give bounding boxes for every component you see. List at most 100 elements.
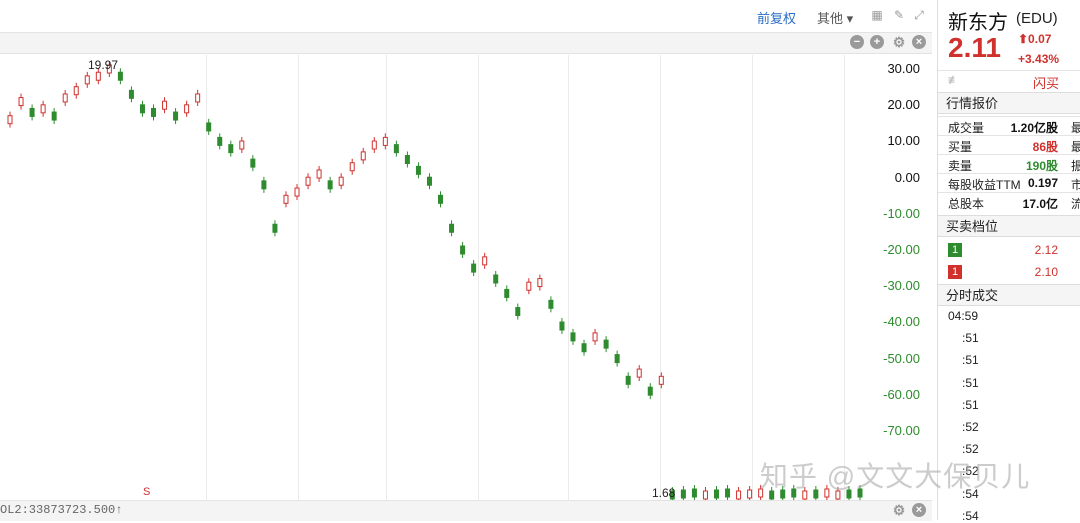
candle-body [51, 111, 57, 121]
candle-body [504, 288, 510, 298]
time-sale-item: :51 [962, 397, 979, 412]
candle-body [7, 115, 13, 125]
quote-tail: 市 [1071, 178, 1080, 192]
candle-body [625, 375, 631, 385]
quote-value: 1.20亿股 [1010, 121, 1058, 135]
y-tick-label: 0.00 [894, 169, 920, 185]
close-icon[interactable]: × [912, 35, 926, 49]
chart-toolbar: 前复权 其他 ▾ ▦ ✎ ⤢ [0, 0, 932, 33]
candle-body [581, 343, 587, 353]
candle-body [349, 162, 355, 172]
quote-label: 卖量 [948, 159, 973, 173]
quote-row: 总股本 17.0亿流 [938, 192, 1080, 212]
quote-row: 成交量 1.20亿股最 [938, 116, 1080, 136]
pen-icon[interactable]: ✎ [892, 8, 906, 22]
candle-body [449, 223, 455, 233]
candle-body [195, 93, 201, 103]
grid-icon[interactable]: ▦ [870, 8, 884, 22]
y-tick-label: 30.00 [887, 61, 920, 76]
candle-body [316, 169, 322, 179]
settings-icon[interactable]: ⚙ [892, 35, 906, 49]
candle-body [206, 122, 212, 132]
y-tick-label: -40.00 [883, 314, 920, 330]
candle-body [371, 140, 377, 150]
volume-close-icon[interactable]: × [912, 503, 926, 517]
candle-body [658, 375, 664, 385]
level-price: 2.10 [1034, 265, 1058, 279]
y-tick-label: -20.00 [883, 242, 920, 257]
quote-tail: 流 [1071, 197, 1080, 211]
volume-settings-icon[interactable]: ⚙ [892, 503, 906, 517]
candle-body [460, 245, 466, 255]
candle-body [29, 107, 35, 117]
candle-body [592, 332, 598, 342]
quote-label: 成交量 [948, 121, 985, 135]
level-badge: 1 [948, 265, 962, 279]
y-tick-label: -60.00 [883, 386, 920, 402]
time-sale-item: :52 [962, 420, 979, 434]
candle-body [62, 93, 68, 103]
candle-body [239, 140, 245, 150]
candle-body [184, 104, 190, 114]
quote-tail: 最 [1071, 121, 1080, 135]
volume-bar [0, 500, 932, 521]
fullscreen-icon[interactable]: ⤢ [912, 8, 926, 22]
candle-body [725, 488, 731, 498]
candle-body [702, 490, 708, 500]
volume-readout: OL2:33873723.500↑ [0, 503, 123, 517]
candle-body [117, 71, 123, 81]
candle-body [261, 180, 267, 190]
candle-body [404, 155, 410, 164]
quote-value: 86股 [1032, 140, 1058, 154]
candle-body [139, 104, 145, 114]
adjust-mode-button[interactable]: 前复权 [757, 8, 796, 27]
quote-tail: 振 [1071, 159, 1080, 173]
candle-body [272, 223, 278, 233]
candle-body [338, 176, 344, 186]
candle-body [747, 489, 753, 499]
quote-row: 每股收益TTM 0.197 市 [938, 173, 1080, 193]
candle-body [327, 180, 333, 190]
candle-body [636, 368, 642, 378]
price-change: ⬆0.07 [1018, 32, 1052, 46]
price-change-pct: +3.43% [1018, 52, 1060, 66]
candle-body [228, 144, 234, 154]
candle-body [680, 489, 686, 499]
flash-buy-button[interactable]: 闪买 [1033, 73, 1059, 92]
quote-label: 总股本 [948, 197, 985, 211]
candle-body [603, 339, 609, 349]
quote-label: 买量 [948, 140, 973, 154]
stock-name: 新东方 [948, 12, 1008, 34]
candle-body [217, 136, 223, 146]
candle-body [84, 75, 90, 85]
candle-body [570, 332, 576, 342]
candle-body [471, 263, 477, 273]
candle-body [713, 489, 719, 499]
section-order-book: 买卖档位 [938, 215, 1080, 237]
candle-body [18, 97, 24, 107]
candle-body [151, 107, 157, 117]
candle-body [393, 144, 399, 154]
other-menu-button[interactable]: 其他 ▾ [817, 8, 853, 27]
collapse-icon[interactable]: ≢ [948, 73, 960, 87]
quote-panel: 新东方 (EDU) 2.11 ⬆0.07 +3.43% ≢ 闪买 行情报价 成交… [937, 0, 1080, 523]
time-sale-item: :51 [962, 353, 979, 368]
candle-body [283, 194, 289, 204]
candle-body [40, 104, 46, 114]
quote-row: 卖量 190股振 [938, 154, 1080, 174]
candle-body [526, 281, 532, 291]
zoom-in-icon[interactable]: + [870, 35, 884, 49]
candle-body [537, 278, 543, 288]
candle-body [736, 490, 742, 500]
candle-body [548, 299, 554, 309]
candle-body [360, 151, 366, 161]
candle-body [426, 176, 432, 186]
split-marker[interactable]: S [143, 486, 150, 498]
y-tick-label: -50.00 [883, 350, 920, 366]
kline-chart[interactable]: 前复权 其他 ▾ ▦ ✎ ⤢ − + ⚙ × 30.00 20.00 10.00 0.… [0, 0, 932, 521]
time-sale-item: :51 [962, 375, 979, 390]
min-price-label: 1.68 [652, 486, 676, 500]
level-badge: 1 [948, 243, 962, 257]
level-price: 2.12 [1034, 243, 1058, 257]
zoom-out-icon[interactable]: − [850, 35, 864, 49]
